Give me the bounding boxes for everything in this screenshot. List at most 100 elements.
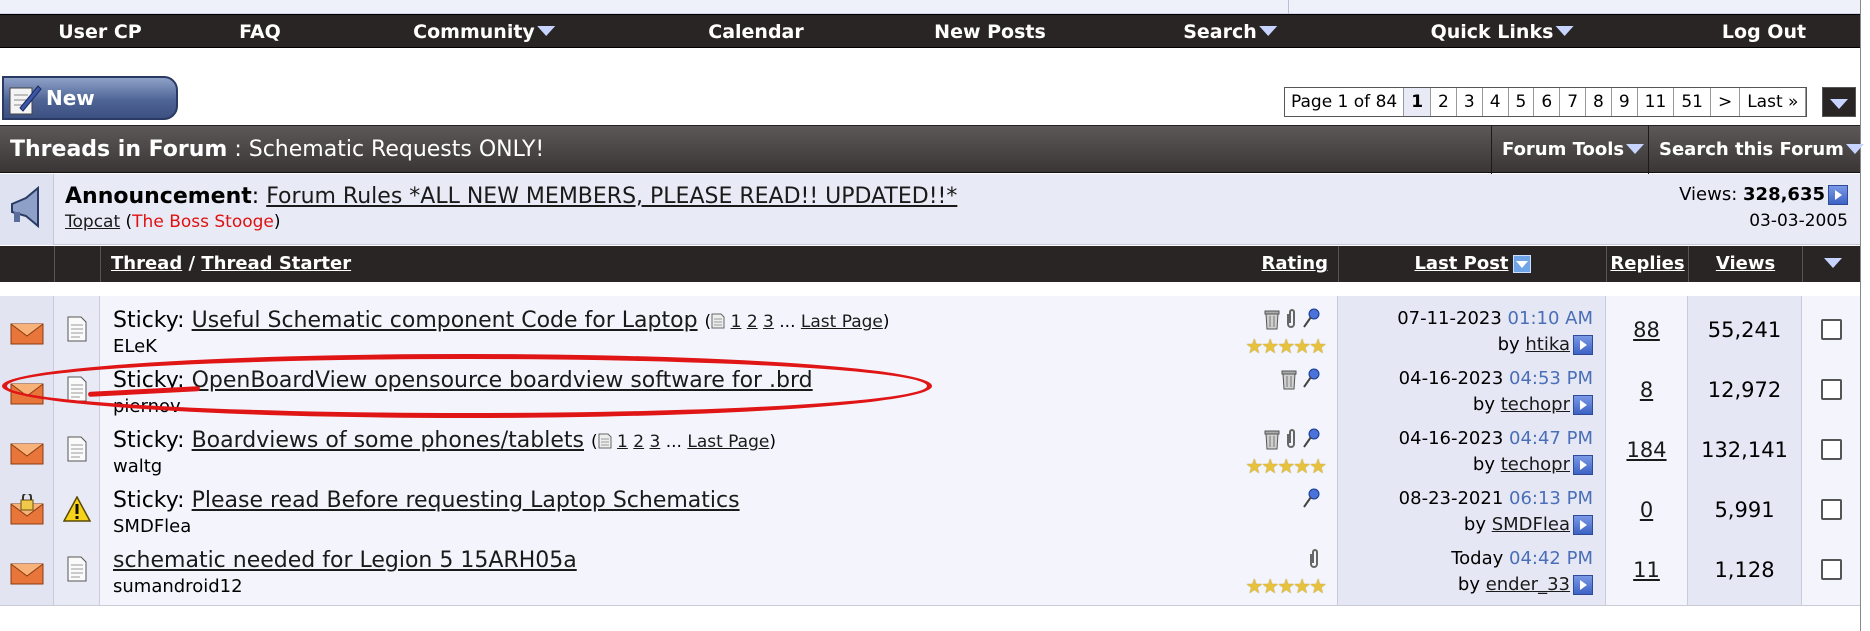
replies-count-link[interactable]: 184 (1606, 438, 1687, 462)
thread-title-link[interactable]: schematic needed for Legion 5 15ARH05a (113, 548, 577, 573)
page-link[interactable]: 51 (1674, 88, 1711, 116)
thread-starter[interactable]: SMDFlea (113, 516, 191, 537)
thread-page-link[interactable]: 3 (763, 312, 774, 332)
replies-count-link[interactable]: 0 (1606, 498, 1687, 522)
go-to-last-post-icon[interactable] (1573, 575, 1593, 595)
go-to-last-post-icon[interactable] (1573, 395, 1593, 415)
announcement-author-line: Topcat (The Boss Stooge) (65, 212, 281, 232)
replies-count-link[interactable]: 8 (1606, 378, 1687, 402)
thread-page-link[interactable]: 1 (731, 312, 742, 332)
select-cell (1802, 476, 1860, 545)
page-link[interactable]: 6 (1534, 88, 1561, 116)
thread-starter[interactable]: piernov (113, 396, 181, 417)
thread-page-link[interactable]: 2 (747, 312, 758, 332)
nav-community[interactable]: Community (413, 15, 555, 49)
nav-faq[interactable]: FAQ (239, 15, 281, 49)
last-poster-link[interactable]: techopr (1501, 454, 1570, 475)
last-poster-link[interactable]: techopr (1501, 394, 1570, 415)
announcement-icon-cell (0, 174, 54, 245)
thread-starter[interactable]: waltg (113, 456, 162, 477)
sort-by-starter-link[interactable]: Thread Starter (201, 253, 351, 274)
forum-name: : Schematic Requests ONLY! (234, 137, 545, 162)
go-to-announcement-icon[interactable] (1828, 185, 1848, 205)
new-thread-button[interactable]: New Thread (2, 76, 178, 150)
replies-count-link[interactable]: 11 (1606, 558, 1687, 582)
page-link[interactable]: 5 (1508, 88, 1535, 116)
nav-search[interactable]: Search (1183, 15, 1277, 49)
thread-page-link[interactable]: 1 (617, 432, 628, 452)
thread-last-page-link[interactable]: Last Page (801, 312, 883, 332)
thread-select-checkbox[interactable] (1821, 439, 1842, 460)
thread-title: Sticky: OpenBoardView opensource boardvi… (113, 368, 813, 393)
thread-title-link[interactable]: Please read Before requesting Laptop Sch… (192, 488, 740, 513)
star-icon: ★ (1261, 574, 1279, 598)
nav-quick-links[interactable]: Quick Links (1431, 15, 1574, 49)
go-to-last-post-icon[interactable] (1573, 455, 1593, 475)
page-link[interactable]: 11 (1637, 88, 1675, 116)
thread-title-link[interactable]: Boardviews of some phones/tablets (192, 428, 584, 453)
star-icon: ★ (1309, 574, 1327, 598)
pagination-dropdown-button[interactable] (1822, 87, 1856, 117)
page-last-link[interactable]: Last » (1740, 88, 1807, 116)
last-post-by: by htika (1498, 334, 1593, 355)
page-link[interactable]: 3 (1456, 88, 1483, 116)
thread-select-checkbox[interactable] (1821, 319, 1842, 340)
nav-user-cp[interactable]: User CP (58, 15, 141, 49)
announcement-title: Announcement: Forum Rules *ALL NEW MEMBE… (65, 184, 958, 209)
thread-page-link[interactable]: 2 (633, 432, 644, 452)
thread-last-page-link[interactable]: Last Page (687, 432, 769, 452)
page-next-link[interactable]: > (1710, 88, 1741, 116)
page-link[interactable]: 7 (1560, 88, 1587, 116)
star-icon: ★ (1245, 574, 1263, 598)
replies-cell: 184 (1606, 416, 1688, 485)
go-to-last-post-icon[interactable] (1573, 335, 1593, 355)
thread-select-checkbox[interactable] (1821, 379, 1842, 400)
page-icon (598, 432, 612, 452)
thread-page-link[interactable]: 3 (650, 432, 661, 452)
go-to-last-post-icon[interactable] (1573, 515, 1593, 535)
nav-new-posts[interactable]: New Posts (934, 15, 1046, 49)
page-link-current: 1 (1404, 88, 1432, 116)
sort-by-last-post-link[interactable]: Last Post (1414, 253, 1508, 274)
last-post-time: 01:10 AM (1507, 308, 1593, 329)
select-cell (1802, 296, 1860, 365)
thread-title-link[interactable]: OpenBoardView opensource boardview softw… (192, 368, 813, 393)
replies-cell: 11 (1606, 536, 1688, 605)
sort-by-views-link[interactable]: Views (1716, 253, 1775, 274)
thread-starter[interactable]: sumandroid12 (113, 576, 243, 597)
forum-tools-menu[interactable]: Forum Tools (1491, 126, 1648, 174)
thread-select-checkbox[interactable] (1821, 499, 1842, 520)
thread-status-icons (1301, 488, 1321, 514)
last-post-cell: 08-23-2021 06:13 PM by SMDFlea (1338, 476, 1606, 545)
views-cell: 12,972 (1688, 356, 1802, 425)
thread-title-link[interactable]: Useful Schematic component Code for Lapt… (192, 308, 698, 333)
sort-by-thread-link[interactable]: Thread (111, 253, 182, 274)
replies-cell: 0 (1606, 476, 1688, 545)
page-link[interactable]: 9 (1611, 88, 1638, 116)
last-post-date: 08-23-2021 (1398, 488, 1504, 509)
thread-pages: ( 1 2 3 ... Last Page) (704, 312, 890, 332)
last-poster-link[interactable]: ender_33 (1486, 574, 1570, 595)
thread-starter[interactable]: ELeK (113, 336, 157, 357)
last-post-cell: 07-11-2023 01:10 AM by htika (1338, 296, 1606, 365)
sort-by-rating-link[interactable]: Rating (1262, 246, 1328, 282)
last-post-time: 04:42 PM (1509, 548, 1593, 569)
sort-descending-icon[interactable] (1512, 255, 1531, 273)
thread-select-checkbox[interactable] (1821, 559, 1842, 580)
nav-calendar[interactable]: Calendar (708, 15, 803, 49)
page-link[interactable]: 2 (1431, 88, 1457, 116)
sort-by-replies-link[interactable]: Replies (1610, 253, 1684, 274)
last-post-cell: 04-16-2023 04:47 PM by techopr (1338, 416, 1606, 485)
last-poster-link[interactable]: SMDFlea (1492, 514, 1570, 535)
replies-count-link[interactable]: 88 (1606, 318, 1687, 342)
search-forum-menu[interactable]: Search this Forum (1648, 126, 1864, 174)
page-link[interactable]: 8 (1586, 88, 1612, 116)
moderation-column-header[interactable] (1802, 246, 1860, 282)
nav-label: Quick Links (1430, 21, 1554, 43)
announcement-author-link[interactable]: Topcat (65, 212, 120, 232)
announcement-link[interactable]: Forum Rules *ALL NEW MEMBERS, PLEASE REA… (266, 184, 957, 209)
last-poster-link[interactable]: htika (1525, 334, 1570, 355)
last-post-datetime: 07-11-2023 01:10 AM (1397, 308, 1593, 329)
page-link[interactable]: 4 (1482, 88, 1509, 116)
nav-log-out[interactable]: Log Out (1722, 15, 1806, 49)
